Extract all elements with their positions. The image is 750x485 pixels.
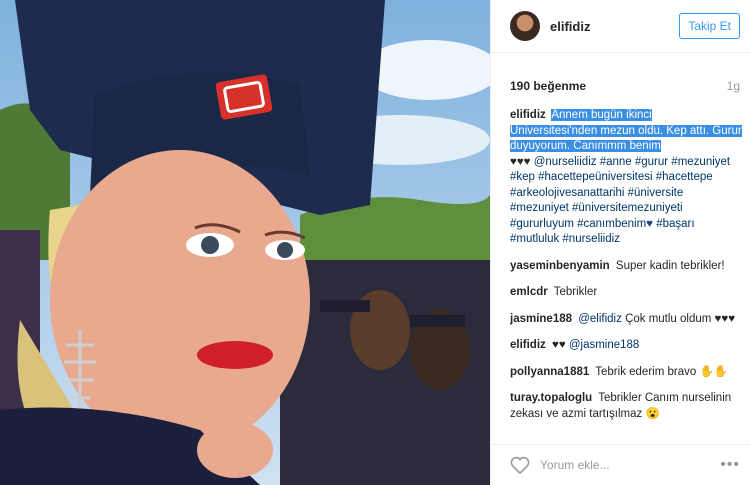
comment-username[interactable]: emlcdr bbox=[510, 286, 548, 298]
comment-item: pollyanna1881 Tebrik ederim bravo ✋✋ bbox=[510, 365, 742, 381]
caption-username[interactable]: elifidiz bbox=[510, 109, 546, 121]
comment-text: Çok mutlu oldum ♥♥♥ bbox=[625, 312, 736, 325]
comment-username[interactable]: yaseminbenyamin bbox=[510, 260, 610, 272]
graduation-selfie-image bbox=[0, 0, 490, 485]
post-author-username[interactable]: elifidiz bbox=[550, 19, 590, 34]
comment-item: jasmine188 @elifidiz Çok mutlu oldum ♥♥♥ bbox=[510, 312, 742, 328]
caption: elifidiz Annem bugün ikinci Üniversitesi… bbox=[510, 108, 742, 248]
post-age[interactable]: 1g bbox=[727, 79, 740, 93]
comment-text: Super kadin tebrikler! bbox=[615, 259, 725, 272]
like-count[interactable]: 190 beğenme bbox=[510, 79, 586, 93]
comment-username[interactable]: elifidiz bbox=[510, 339, 546, 351]
comment-item: yaseminbenyamin Super kadin tebrikler! bbox=[510, 259, 742, 275]
post-header: elifidiz Takip Et bbox=[491, 0, 750, 53]
comment-username[interactable]: jasmine188 bbox=[510, 313, 572, 325]
comment-text: Tebrikler bbox=[553, 286, 598, 298]
heart-icon[interactable] bbox=[510, 456, 530, 474]
post-photo[interactable] bbox=[0, 0, 490, 485]
comment-username[interactable]: turay.topaloglu bbox=[510, 392, 592, 404]
blue-heart-icon: ♥ bbox=[646, 217, 653, 230]
comment-mention[interactable]: @jasmine188 bbox=[569, 339, 640, 351]
follow-button[interactable]: Takip Et bbox=[679, 13, 740, 39]
caption-hashtags[interactable]: @nurseliidiz #anne #gurur #mezuniyet #ke… bbox=[510, 156, 730, 230]
likes-row: 190 beğenme 1g bbox=[491, 53, 750, 93]
comment-item: emlcdr Tebrikler bbox=[510, 285, 742, 301]
comment-text: Tebrik ederim bravo ✋✋ bbox=[595, 365, 729, 378]
add-comment-input[interactable]: Yorum ekle... bbox=[540, 458, 610, 472]
post-details-panel: elifidiz Takip Et 190 beğenme 1g elifidi… bbox=[490, 0, 750, 485]
caption-hearts: ♥♥♥ bbox=[510, 155, 531, 168]
comment-text: ♥♥ bbox=[551, 339, 566, 351]
more-options-icon[interactable]: ••• bbox=[720, 456, 740, 474]
comment-username[interactable]: pollyanna1881 bbox=[510, 366, 589, 378]
comment-composer: Yorum ekle... ••• bbox=[491, 444, 750, 485]
comment-item: turay.topaloglu Tebrikler Canım nurselin… bbox=[510, 391, 742, 422]
comment-mention[interactable]: @elifidiz bbox=[578, 313, 622, 325]
avatar[interactable] bbox=[510, 11, 540, 41]
comment-item: elifidiz ♥♥ @jasmine188 bbox=[510, 338, 742, 354]
comment-list[interactable]: elifidiz Annem bugün ikinci Üniversitesi… bbox=[510, 108, 742, 445]
post-modal: elifidiz Takip Et 190 beğenme 1g elifidi… bbox=[0, 0, 750, 485]
